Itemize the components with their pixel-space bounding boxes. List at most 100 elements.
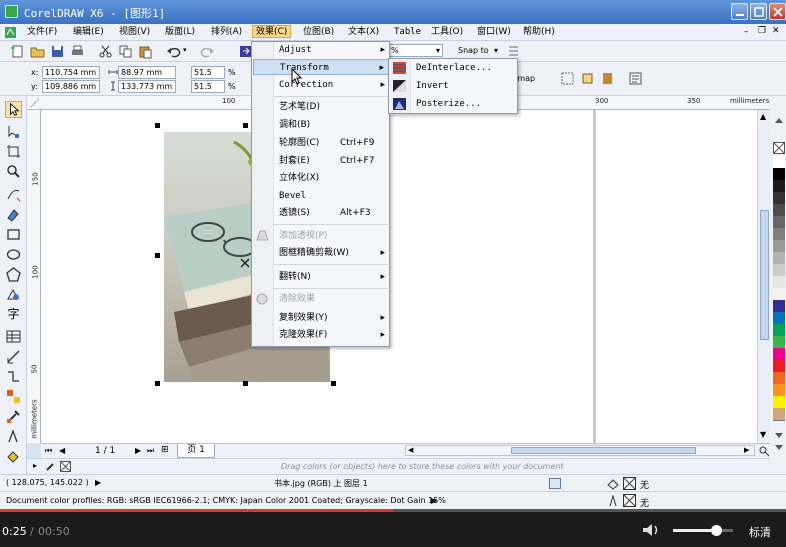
menu-item-clone-effect[interactable]: 克隆效果(F) ▸ bbox=[253, 327, 389, 343]
color-profiles-menu-icon[interactable]: ▶ bbox=[431, 496, 437, 505]
menu-item-deinterlace[interactable]: DeInterlace... bbox=[390, 60, 517, 76]
menu-view[interactable]: 视图(V) bbox=[116, 26, 153, 39]
connector-tool-icon[interactable] bbox=[5, 368, 22, 385]
menu-item-invert[interactable]: Invert bbox=[390, 78, 517, 94]
no-color-swatch[interactable] bbox=[60, 461, 71, 472]
scroll-left-icon[interactable]: ◀ bbox=[408, 446, 413, 454]
vertical-ruler[interactable]: 150 100 50 millimeters bbox=[27, 110, 41, 443]
open-icon[interactable] bbox=[30, 44, 45, 59]
undo-icon[interactable] bbox=[166, 44, 181, 59]
menu-effects[interactable]: 效果(C) bbox=[252, 25, 292, 38]
freehand-tool-icon[interactable] bbox=[5, 186, 22, 203]
scroll-down-icon[interactable]: ▼ bbox=[760, 430, 766, 439]
hscroll-thumb[interactable] bbox=[511, 447, 696, 454]
doc-minimize-icon[interactable]: – bbox=[744, 27, 749, 37]
prev-page-icon[interactable]: ◀ bbox=[59, 446, 65, 455]
menu-item-clear-effect[interactable]: 清除效果 bbox=[253, 291, 389, 307]
menu-tools[interactable]: 工具(O) bbox=[428, 26, 466, 39]
print-icon[interactable] bbox=[70, 44, 85, 59]
menu-item-add-perspective[interactable]: 添加透视(P) bbox=[253, 228, 389, 244]
close-button[interactable] bbox=[769, 3, 786, 20]
snap-settings-icon[interactable] bbox=[506, 44, 521, 59]
menu-table[interactable]: Table bbox=[391, 26, 424, 39]
paste-icon[interactable] bbox=[138, 44, 153, 59]
menu-item-blend[interactable]: 调和(B) bbox=[253, 117, 389, 133]
palette-scroll-down-icon[interactable] bbox=[774, 432, 784, 440]
doc-close-icon[interactable]: ✕ bbox=[772, 26, 780, 36]
selection-handle[interactable] bbox=[155, 123, 160, 128]
menu-item-flip[interactable]: 翻转(N) ▸ bbox=[253, 269, 389, 285]
snap-to-dropdown-icon[interactable]: ▾ bbox=[494, 46, 498, 55]
outline-indicator-icon[interactable] bbox=[606, 494, 620, 507]
selection-handle[interactable] bbox=[331, 381, 336, 386]
eyedropper-tool-icon[interactable] bbox=[5, 408, 22, 425]
menu-help[interactable]: 帮助(H) bbox=[520, 26, 558, 39]
fill-tool-icon[interactable] bbox=[5, 448, 22, 465]
horizontal-scrollbar[interactable]: ◀ ▶ bbox=[405, 445, 755, 456]
menu-edit[interactable]: 编辑(E) bbox=[70, 26, 107, 39]
menu-item-posterize[interactable]: Posterize... bbox=[390, 96, 517, 112]
scale-x-field[interactable]: 51.5 bbox=[191, 66, 225, 79]
volume-knob[interactable] bbox=[711, 525, 723, 536]
menu-item-correction[interactable]: Correction ▸ bbox=[253, 77, 389, 93]
width-field[interactable]: 88.97 mm bbox=[118, 66, 176, 79]
table-tool-icon[interactable] bbox=[5, 328, 22, 345]
menu-item-adjust[interactable]: Adjust ▸ bbox=[253, 42, 389, 58]
pick-tool-icon[interactable] bbox=[5, 101, 22, 118]
shape-tool-icon[interactable] bbox=[5, 123, 22, 140]
save-icon[interactable] bbox=[50, 44, 65, 59]
doc-palette-menu-icon[interactable]: ▸ bbox=[33, 461, 37, 470]
add-page-icon[interactable]: ⊞ bbox=[161, 445, 169, 455]
crop-tool-icon[interactable] bbox=[5, 143, 22, 160]
ellipse-tool-icon[interactable] bbox=[5, 246, 22, 263]
selection-handle[interactable] bbox=[155, 381, 160, 386]
menu-item-artistic-media[interactable]: 艺术笔(D) bbox=[253, 99, 389, 115]
ruler-origin-icon[interactable] bbox=[30, 98, 40, 108]
menu-text[interactable]: 文本(X) bbox=[345, 26, 382, 39]
fill-none-swatch[interactable] bbox=[623, 477, 636, 490]
color-swatch[interactable] bbox=[773, 408, 785, 421]
drawing-canvas[interactable] bbox=[41, 110, 770, 443]
menu-item-transform[interactable]: Transform ▸ bbox=[253, 59, 389, 75]
color-profiles-info[interactable]: Document color profiles: RGB: sRGB IEC61… bbox=[6, 496, 446, 505]
fill-indicator-icon[interactable] bbox=[606, 477, 620, 490]
x-position-field[interactable]: 110.754 mm bbox=[42, 66, 100, 79]
menu-item-copy-effect[interactable]: 复制效果(Y) ▸ bbox=[253, 310, 389, 326]
trace-bitmap-icon[interactable] bbox=[560, 71, 575, 86]
y-position-field[interactable]: 109.886 mm bbox=[42, 80, 100, 93]
outline-tool-icon[interactable] bbox=[5, 428, 22, 445]
last-page-icon[interactable]: ⏭ bbox=[147, 446, 154, 456]
navigator-icon[interactable] bbox=[758, 445, 770, 457]
menu-item-lens[interactable]: 透镜(S) Alt+F3 bbox=[253, 205, 389, 221]
minimize-button[interactable] bbox=[731, 3, 748, 20]
menu-bitmaps[interactable]: 位图(B) bbox=[300, 26, 337, 39]
palette-scroll-up-icon[interactable] bbox=[774, 116, 784, 124]
menu-layout[interactable]: 版面(L) bbox=[162, 26, 198, 39]
zoom-level-select[interactable]: % ▾ bbox=[388, 44, 443, 57]
selection-handle[interactable] bbox=[155, 253, 160, 258]
copy-icon[interactable] bbox=[118, 44, 133, 59]
scale-y-field[interactable]: 51.5 bbox=[191, 80, 225, 93]
menu-window[interactable]: 窗口(W) bbox=[474, 26, 514, 39]
crop-bitmap-icon[interactable] bbox=[580, 71, 595, 86]
no-color-swatch[interactable] bbox=[773, 142, 785, 154]
height-field[interactable]: 133.773 mm bbox=[118, 80, 176, 93]
eyedropper-icon[interactable] bbox=[45, 461, 56, 472]
blend-tool-icon[interactable] bbox=[5, 388, 22, 405]
outline-none-swatch[interactable] bbox=[623, 494, 636, 507]
coords-menu-icon[interactable]: ▶ bbox=[95, 478, 101, 487]
menu-item-extrude[interactable]: 立体化(X) bbox=[253, 170, 389, 186]
scroll-right-icon[interactable]: ▶ bbox=[744, 446, 749, 454]
video-progress-track[interactable] bbox=[0, 509, 786, 512]
polygon-tool-icon[interactable] bbox=[5, 266, 22, 283]
menu-item-powerclip[interactable]: 图框精确剪裁(W) ▸ bbox=[253, 245, 389, 261]
resample-icon[interactable] bbox=[600, 71, 615, 86]
snap-to-label[interactable]: Snap to bbox=[458, 46, 489, 55]
vertical-scrollbar[interactable]: ▲ ▼ bbox=[757, 110, 770, 443]
text-tool-icon[interactable]: 字 bbox=[5, 306, 22, 323]
scroll-up-icon[interactable]: ▲ bbox=[760, 112, 766, 121]
new-document-icon[interactable] bbox=[10, 44, 25, 59]
palette-expand-icon[interactable] bbox=[774, 444, 784, 452]
scroll-thumb[interactable] bbox=[760, 210, 769, 340]
volume-icon[interactable] bbox=[641, 522, 661, 538]
